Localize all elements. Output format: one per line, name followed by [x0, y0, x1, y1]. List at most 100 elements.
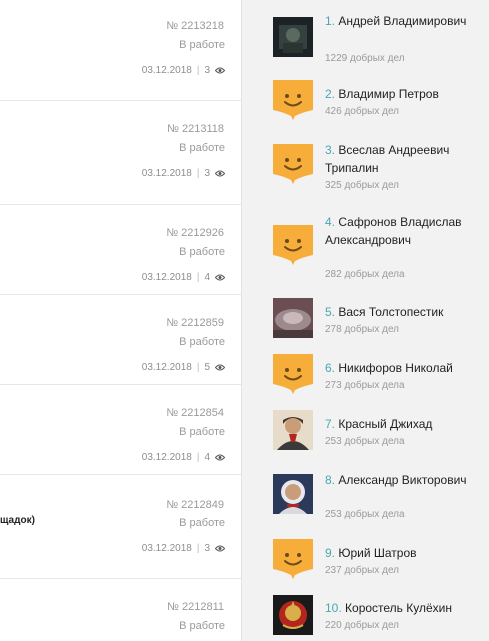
request-card[interactable]: № 2212811 В работе: [0, 578, 241, 641]
user-avatar[interactable]: [273, 539, 313, 579]
leaderboard-item[interactable]: 10. Коростель Кулёхин 220 добрых дел: [273, 595, 489, 641]
request-card[interactable]: № 2212854 В работе 03.12.2018 | 4: [0, 384, 241, 474]
user-rank: 5.: [325, 305, 336, 319]
user-avatar[interactable]: [273, 410, 313, 450]
request-status: В работе: [179, 620, 225, 632]
good-deeds-count: 1229 добрых дел: [325, 53, 405, 64]
view-count: 3: [204, 168, 210, 179]
leaderboard-item[interactable]: 9. Юрий Шатров 237 добрых дел: [273, 539, 489, 584]
user-name-line[interactable]: 9. Юрий Шатров: [325, 544, 487, 562]
request-date: 03.12.2018: [141, 362, 192, 373]
request-card[interactable]: № 2212926 В работе 03.12.2018 | 4: [0, 204, 241, 294]
good-deeds-count: 253 добрых дела: [325, 509, 405, 520]
meta-separator: |: [196, 168, 200, 179]
good-deeds-count: 273 добрых дела: [325, 380, 405, 391]
meta-separator: |: [196, 543, 200, 554]
user-name-line[interactable]: 3. Всеслав Андреевич Трипалин: [325, 141, 487, 177]
user-name[interactable]: Андрей Владимирович: [338, 14, 466, 28]
request-meta: 03.12.2018 | 4: [142, 452, 225, 463]
user-name[interactable]: Вася Толстопестик: [338, 305, 443, 319]
view-count: 4: [204, 272, 210, 283]
eye-icon: [215, 454, 225, 461]
request-number: № 2212926: [166, 227, 224, 239]
user-rank: 3.: [325, 143, 336, 157]
request-status: В работе: [179, 426, 225, 438]
leaderboard-item[interactable]: 5. Вася Толстопестик 278 добрых дел: [273, 298, 489, 343]
user-rank: 1.: [325, 14, 336, 28]
request-number: № 2212859: [166, 317, 224, 329]
eye-icon: [215, 545, 225, 552]
user-name[interactable]: Юрий Шатров: [338, 546, 416, 560]
leaderboard-item[interactable]: 1. Андрей Владимирович 1229 добрых дел: [273, 12, 489, 67]
meta-separator: |: [196, 272, 200, 283]
leaderboard-item[interactable]: 7. Красный Джихад 253 добрых дела: [273, 410, 489, 455]
leaderboard-item[interactable]: 6. Никифоров Николай 273 добрых дела: [273, 354, 489, 399]
user-avatar[interactable]: [273, 474, 313, 514]
request-status: В работе: [179, 142, 225, 154]
eye-icon: [215, 364, 225, 371]
user-name-line[interactable]: 7. Красный Джихад: [325, 415, 487, 433]
request-status: В работе: [179, 246, 225, 258]
user-avatar[interactable]: [273, 144, 313, 184]
user-name[interactable]: Никифоров Николай: [338, 361, 452, 375]
request-card[interactable]: № 2212859 В работе 03.12.2018 | 5: [0, 294, 241, 384]
user-name[interactable]: Сафронов Владислав Александрович: [325, 215, 462, 247]
request-date: 03.12.2018: [141, 272, 192, 283]
request-meta: 03.12.2018 | 3: [142, 65, 225, 76]
request-title[interactable]: щадок): [0, 515, 35, 526]
user-name[interactable]: Всеслав Андреевич Трипалин: [325, 143, 449, 175]
good-deeds-count: 325 добрых дел: [325, 180, 400, 191]
user-name[interactable]: Красный Джихад: [338, 417, 432, 431]
request-number: № 2212854: [166, 407, 224, 419]
view-count: 5: [204, 362, 210, 373]
request-status: В работе: [179, 336, 225, 348]
good-deeds-count: 426 добрых дел: [325, 106, 400, 117]
user-name[interactable]: Александр Викторович: [338, 473, 466, 487]
user-rank: 10.: [325, 601, 342, 615]
user-avatar[interactable]: [273, 225, 313, 265]
card-divider: [0, 100, 241, 101]
user-name-line[interactable]: 6. Никифоров Николай: [325, 359, 487, 377]
card-divider: [0, 294, 241, 295]
eye-icon: [215, 67, 225, 74]
user-avatar[interactable]: [273, 354, 313, 394]
leaderboard-item[interactable]: 8. Александр Викторович 253 добрых дела: [273, 471, 489, 526]
request-card[interactable]: № 2213218 В работе 03.12.2018 | 3: [0, 0, 241, 100]
good-deeds-count: 282 добрых дела: [325, 269, 405, 280]
user-name-line[interactable]: 2. Владимир Петров: [325, 85, 487, 103]
leaderboard-item[interactable]: 4. Сафронов Владислав Александрович 282 …: [273, 213, 489, 283]
meta-separator: |: [196, 452, 200, 463]
user-name-line[interactable]: 8. Александр Викторович: [325, 471, 487, 489]
user-name[interactable]: Коростель Кулёхин: [345, 601, 452, 615]
leaderboard-item[interactable]: 2. Владимир Петров 426 добрых дел: [273, 80, 489, 125]
user-avatar[interactable]: [273, 595, 313, 635]
user-name-line[interactable]: 5. Вася Толстопестик: [325, 303, 487, 321]
request-meta: 03.12.2018 | 3: [142, 543, 225, 554]
request-card[interactable]: № 2213118 В работе 03.12.2018 | 3: [0, 100, 241, 204]
user-rank: 2.: [325, 87, 336, 101]
request-number: № 2213218: [166, 20, 224, 32]
view-count: 4: [204, 452, 210, 463]
user-avatar[interactable]: [273, 80, 313, 120]
eye-icon: [215, 274, 225, 281]
leaderboard-item[interactable]: 3. Всеслав Андреевич Трипалин 325 добрых…: [273, 141, 489, 196]
user-avatar[interactable]: [273, 17, 313, 57]
user-rank: 8.: [325, 473, 336, 487]
card-divider: [0, 474, 241, 475]
good-deeds-count: 220 добрых дел: [325, 620, 400, 631]
eye-icon: [215, 170, 225, 177]
request-meta: 03.12.2018 | 4: [142, 272, 225, 283]
user-name-line[interactable]: 1. Андрей Владимирович: [325, 12, 487, 30]
request-card[interactable]: № 2212849 В работе щадок) 03.12.2018 | 3: [0, 474, 241, 578]
user-name-line[interactable]: 10. Коростель Кулёхин: [325, 599, 487, 617]
user-rank: 4.: [325, 215, 336, 229]
user-avatar[interactable]: [273, 298, 313, 338]
card-divider: [0, 384, 241, 385]
user-rank: 7.: [325, 417, 336, 431]
user-name-line[interactable]: 4. Сафронов Владислав Александрович: [325, 213, 487, 249]
good-deeds-count: 237 добрых дел: [325, 565, 400, 576]
request-date: 03.12.2018: [141, 168, 192, 179]
view-count: 3: [204, 65, 210, 76]
request-status: В работе: [179, 517, 225, 529]
user-name[interactable]: Владимир Петров: [338, 87, 438, 101]
